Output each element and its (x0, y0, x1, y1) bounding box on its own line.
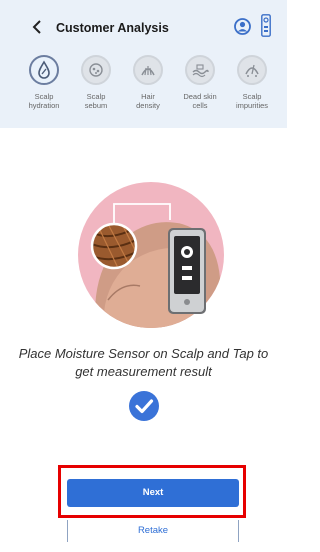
page-title: Customer Analysis (56, 21, 169, 35)
hair-density-icon (141, 66, 155, 76)
dead-skin-icon (192, 64, 209, 78)
sebum-icon (89, 63, 103, 77)
retake-button[interactable]: Retake (67, 519, 239, 543)
moisture-sensor-illustration (78, 182, 224, 328)
tab-scalp-hydration[interactable]: Scalp hydration (18, 55, 68, 123)
tab-label: Hair density (136, 92, 160, 110)
tab-scalp-sebum[interactable]: Scalp sebum (70, 55, 120, 123)
hydration-icon (38, 60, 50, 79)
tab-dead-skin-cells[interactable]: Dead skin cells (174, 55, 224, 123)
next-button[interactable]: Next (67, 479, 239, 507)
tab-label: Scalp hydration (28, 92, 60, 110)
app-header: Customer Analysis (0, 0, 287, 50)
impurities-icon (245, 64, 259, 77)
instruction-text: Place Moisture Sensor on Scalp and Tap t… (18, 346, 269, 379)
check-circle-icon (129, 391, 159, 421)
tab-scalp-impurities[interactable]: Scalp impurities (226, 55, 276, 123)
back-chevron-icon[interactable] (30, 19, 46, 35)
user-profile-icon[interactable] (234, 18, 251, 35)
tab-label: Scalp sebum (84, 92, 108, 110)
tab-label: Scalp impurities (235, 92, 269, 110)
measurement-tabs: Scalphydration Scalpsebum Hairdensity (14, 55, 280, 123)
tab-label: Dead skin cells (183, 92, 217, 110)
sensor-device-icon[interactable] (261, 14, 271, 37)
tab-hair-density[interactable]: Hair density (122, 55, 172, 123)
